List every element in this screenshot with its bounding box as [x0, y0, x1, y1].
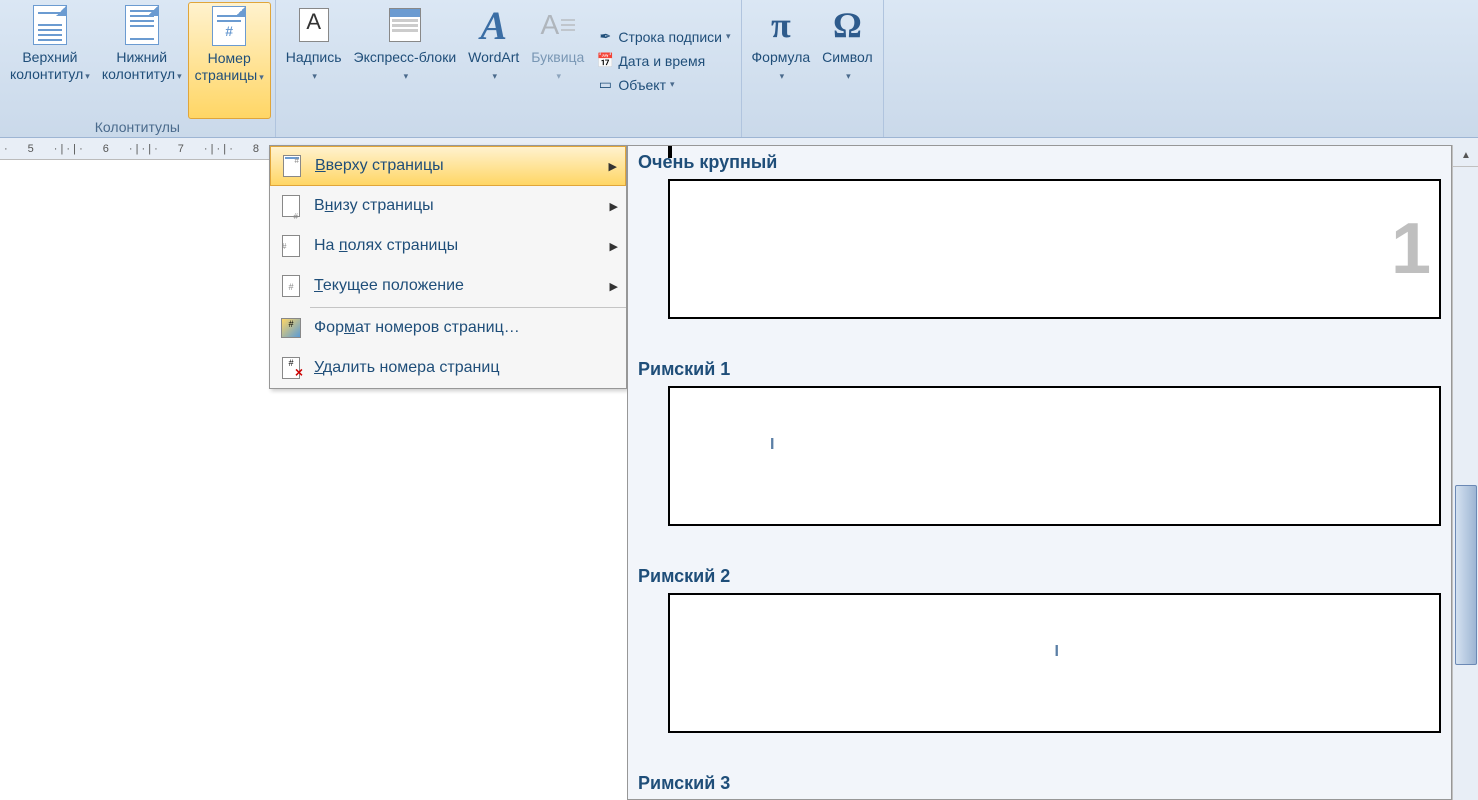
- object-icon: ▭: [596, 76, 614, 94]
- ribbon-group-symbols: π Формула▾ Ω Символ▾: [742, 0, 884, 137]
- ribbon-group-text: A Надпись▾ Экспресс-блоки▾ A WordArt▾ A …: [276, 0, 742, 137]
- header-button[interactable]: Верхнийколонтитул▾: [4, 2, 96, 119]
- page-number-button[interactable]: # Номерстраницы▾: [188, 2, 271, 119]
- submenu-arrow-icon: ▶: [610, 280, 618, 293]
- page-margin-icon: #: [278, 233, 304, 259]
- signature-icon: ✒: [596, 28, 614, 46]
- delete-icon: #×: [278, 355, 304, 381]
- pagenum-menu: # Вверху страницы ▶ # Внизу страницы ▶ #…: [269, 145, 627, 389]
- quickparts-label: Экспресс-блоки▾: [354, 49, 457, 83]
- ribbon: Верхнийколонтитул▾ Нижнийколонтитул▾ # Н…: [0, 0, 1478, 138]
- preview-big-number: 1: [1391, 208, 1431, 290]
- page-current-icon: #: [278, 273, 304, 299]
- wordart-button[interactable]: A WordArt▾: [462, 2, 525, 119]
- quickparts-icon: [385, 5, 425, 45]
- document-header-icon: [30, 5, 70, 45]
- gallery-preview-roman1[interactable]: I: [668, 386, 1441, 526]
- scroll-up-icon[interactable]: ▲: [1453, 145, 1478, 167]
- pi-icon: π: [761, 5, 801, 45]
- object-button[interactable]: ▭Объект▾: [594, 74, 732, 96]
- menu-remove-label: Удалить номера страниц: [314, 359, 618, 377]
- submenu-arrow-icon: ▶: [610, 200, 618, 213]
- preview-roman-left: I: [770, 436, 774, 454]
- menu-bottom-of-page-label: Внизу страницы: [314, 197, 610, 215]
- symbol-label: Символ▾: [822, 49, 872, 83]
- equation-label: Формула▾: [752, 49, 811, 83]
- equation-button[interactable]: π Формула▾: [746, 2, 817, 119]
- menu-top-of-page-label: Вверху страницы: [315, 157, 609, 175]
- omega-icon: Ω: [827, 5, 867, 45]
- dropcap-label: Буквица▾: [531, 49, 584, 83]
- menu-page-margins-label: На полях страницы: [314, 237, 610, 255]
- footer-label: Нижнийколонтитул▾: [102, 49, 182, 83]
- menu-format-label: Формат номеров страниц…: [314, 319, 618, 337]
- wordart-label: WordArt▾: [468, 49, 519, 83]
- page-top-icon: #: [279, 153, 305, 179]
- dropcap-button[interactable]: A Буквица▾: [525, 2, 590, 119]
- menu-top-of-page[interactable]: # Вверху страницы ▶: [270, 146, 626, 186]
- gallery-preview-roman2[interactable]: I: [668, 593, 1441, 733]
- gallery-title-roman1: Римский 1: [628, 331, 1451, 386]
- document-footer-icon: [122, 5, 162, 45]
- gallery-title-roman3: Римский 3: [628, 745, 1451, 800]
- textbox-button[interactable]: A Надпись▾: [280, 2, 348, 119]
- wordart-icon: A: [474, 5, 514, 45]
- ribbon-group-headers: Верхнийколонтитул▾ Нижнийколонтитул▾ # Н…: [0, 0, 276, 137]
- signature-line-button[interactable]: ✒Строка подписи▾: [594, 26, 732, 48]
- textbox-label: Надпись▾: [286, 49, 342, 83]
- document-pagenum-icon: #: [209, 6, 249, 46]
- text-small-buttons: ✒Строка подписи▾ 📅Дата и время ▭Объект▾: [590, 2, 736, 119]
- menu-remove-page-numbers[interactable]: #× Удалить номера страниц: [270, 348, 626, 388]
- calendar-icon: 📅: [596, 52, 614, 70]
- pagenum-gallery: Очень крупный 1 Римский 1 I Римский 2 I …: [627, 145, 1452, 800]
- submenu-arrow-icon: ▶: [609, 160, 617, 173]
- symbol-button[interactable]: Ω Символ▾: [816, 2, 878, 119]
- pagenum-label: Номерстраницы▾: [195, 50, 264, 84]
- preview-roman-center: I: [1055, 643, 1059, 661]
- textbox-icon: A: [294, 5, 334, 45]
- menu-current-position-label: Текущее положение: [314, 277, 610, 295]
- date-time-button[interactable]: 📅Дата и время: [594, 50, 732, 72]
- header-label: Верхнийколонтитул▾: [10, 49, 90, 83]
- gallery-title-roman2: Римский 2: [628, 538, 1451, 593]
- quickparts-button[interactable]: Экспресс-блоки▾: [348, 2, 463, 119]
- menu-bottom-of-page[interactable]: # Внизу страницы ▶: [270, 186, 626, 226]
- gallery-title-large: Очень крупный: [628, 146, 1451, 179]
- page-bottom-icon: #: [278, 193, 304, 219]
- menu-current-position[interactable]: # Текущее положение ▶: [270, 266, 626, 306]
- vertical-scrollbar[interactable]: ▲: [1452, 145, 1478, 800]
- gallery-preview-large[interactable]: 1: [668, 179, 1441, 319]
- menu-format-page-numbers[interactable]: # Формат номеров страниц…: [270, 308, 626, 348]
- format-icon: #: [278, 315, 304, 341]
- menu-page-margins[interactable]: # На полях страницы ▶: [270, 226, 626, 266]
- footer-button[interactable]: Нижнийколонтитул▾: [96, 2, 188, 119]
- group-title-headers: Колонтитулы: [4, 119, 271, 137]
- scroll-thumb[interactable]: [1455, 485, 1477, 665]
- submenu-arrow-icon: ▶: [610, 240, 618, 253]
- dropcap-icon: A: [538, 5, 578, 45]
